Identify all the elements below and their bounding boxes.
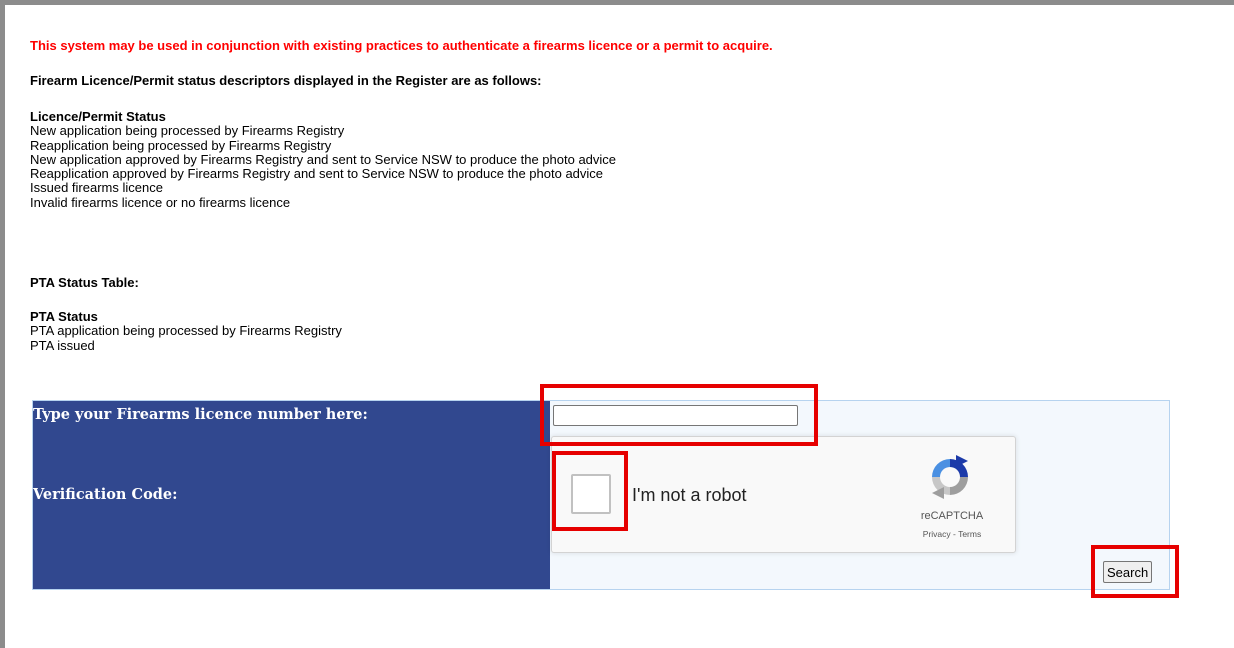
warning-text: This system may be used in conjunction w… — [30, 38, 773, 53]
licence-number-label: Type your Firearms licence number here: — [33, 406, 368, 423]
list-item: New application being processed by Firea… — [30, 123, 345, 139]
licence-status-list: Licence/Permit Status New application be… — [30, 109, 617, 210]
recaptcha-logo-icon — [932, 455, 968, 499]
pta-status-heading: PTA Status — [30, 309, 98, 324]
recaptcha-privacy-terms-links[interactable]: Privacy - Terms — [902, 529, 1002, 539]
search-button[interactable]: Search — [1103, 561, 1153, 583]
list-item: PTA application being processed by Firea… — [30, 323, 342, 339]
list-item: Reapplication being processed by Firearm… — [30, 137, 332, 153]
list-item: Invalid firearms licence or no firearms … — [30, 194, 291, 210]
verification-code-label: Verification Code: — [33, 486, 178, 503]
pta-table-title: PTA Status Table: — [30, 275, 139, 290]
descriptors-heading: Firearm Licence/Permit status descriptor… — [30, 73, 542, 88]
licence-search-form: Type your Firearms licence number here: … — [32, 400, 1170, 590]
form-label-panel: Type your Firearms licence number here: … — [33, 401, 550, 589]
list-item: PTA issued — [30, 337, 95, 353]
pta-status-list: PTA Status PTA application being process… — [30, 309, 342, 353]
recaptcha-label: I'm not a robot — [632, 485, 747, 505]
list-item: Reapplication approved by Firearms Regis… — [30, 166, 604, 182]
list-item: New application approved by Firearms Reg… — [30, 151, 617, 167]
recaptcha-checkbox[interactable] — [571, 474, 611, 514]
list-item: Issued firearms licence — [30, 180, 163, 196]
licence-number-input[interactable] — [553, 405, 798, 426]
recaptcha-brand: reCAPTCHA — [920, 510, 984, 522]
recaptcha-widget: I'm not a robot reCAPTCHA Privacy - Term… — [551, 436, 1016, 553]
licence-status-heading: Licence/Permit Status — [30, 109, 166, 124]
